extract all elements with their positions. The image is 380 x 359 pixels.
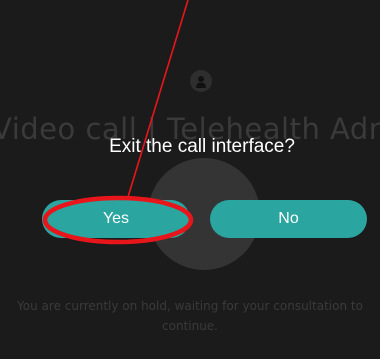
yes-button[interactable]: Yes (42, 200, 190, 238)
yes-button-label: Yes (102, 210, 130, 227)
call-screen: Video call | Telehealth Admin You are cu… (0, 0, 380, 359)
dialog-question: Exit the call interface? (109, 136, 295, 157)
exit-call-dialog: Exit the call interface? Yes No (0, 0, 380, 359)
no-button[interactable]: No (210, 200, 367, 238)
no-button-label: No (278, 210, 299, 227)
